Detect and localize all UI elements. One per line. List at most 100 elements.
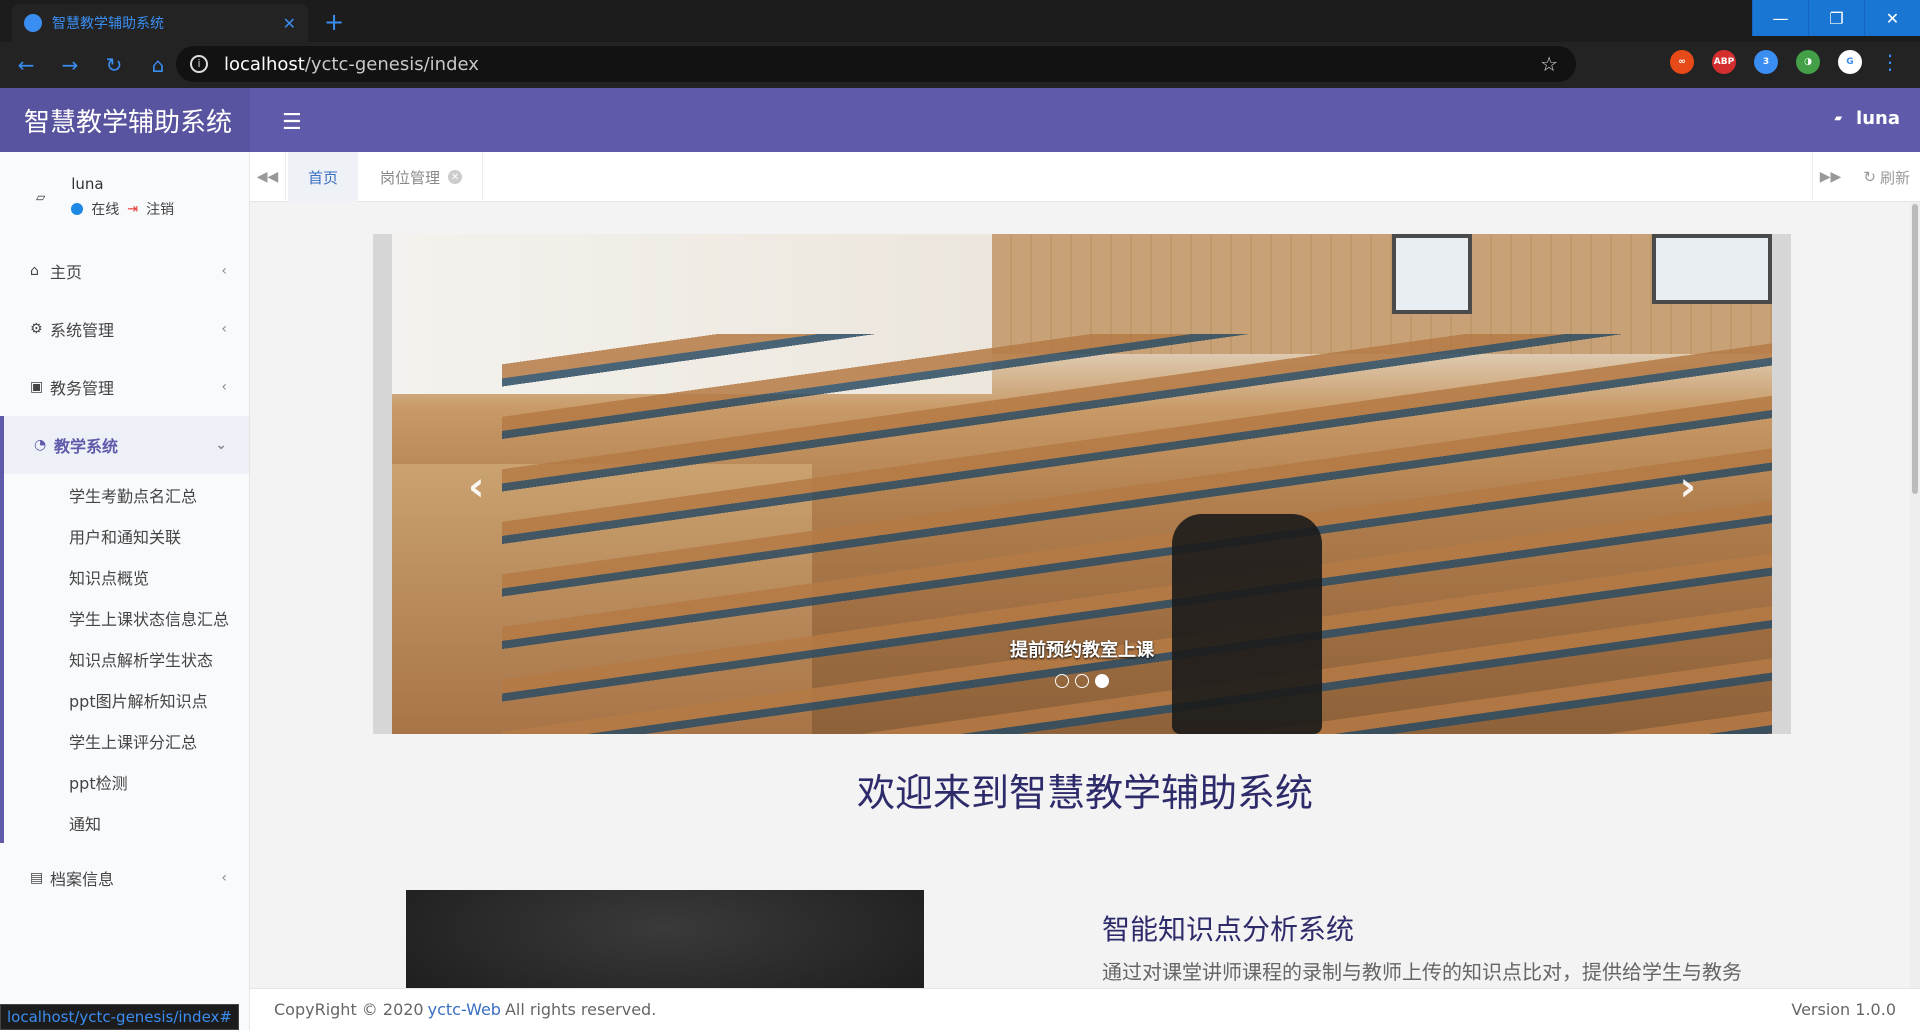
sidebar-item-label: 系统管理	[50, 321, 115, 340]
archive-icon: ▤	[30, 870, 44, 886]
infinity-ext-icon[interactable]: ∞	[1670, 50, 1694, 74]
tab-title: 智慧教学辅助系统	[52, 16, 164, 32]
carousel-indicator[interactable]	[1095, 674, 1109, 688]
gear-icon: ⚙	[30, 321, 43, 337]
footer: CopyRight © 2020 yctc-Web All rights res…	[250, 988, 1920, 1030]
sidebar-item-label: 主页	[50, 263, 83, 282]
refresh-label: 刷新	[1879, 168, 1910, 187]
user-avatar-icon: ▰	[1834, 113, 1843, 124]
chevron-left-icon: ‹	[221, 321, 227, 337]
sidebar-item-label: 教务管理	[50, 379, 115, 398]
sidebar-item-label: 档案信息	[50, 870, 115, 889]
tabs-scroll-right-icon[interactable]: ▶▶	[1812, 152, 1848, 202]
submenu-item[interactable]: ppt图片解析知识点	[4, 679, 249, 720]
submenu-item[interactable]: 通知	[4, 802, 249, 843]
carousel-caption: 提前预约教室上课	[1010, 640, 1154, 661]
submenu-item[interactable]: 学生上课评分汇总	[4, 720, 249, 761]
chevron-down-icon: ⌄	[215, 437, 227, 453]
welcome-heading: 欢迎来到智慧教学辅助系统	[856, 771, 1313, 815]
globe-icon	[24, 14, 42, 32]
new-tab-button[interactable]: +	[324, 8, 344, 36]
minimize-button[interactable]: —	[1752, 0, 1808, 36]
refresh-icon: ↻	[1863, 168, 1876, 186]
carousel-prev-icon[interactable]: ‹	[468, 464, 484, 510]
url-host: localhost	[224, 53, 305, 75]
submenu-item[interactable]: 知识点概览	[4, 556, 249, 597]
sidebar-profile: ▱ luna 在线 ⇥ 注销	[0, 152, 249, 242]
user-top-name: luna	[1856, 108, 1900, 129]
top-navbar: 智慧教学辅助系统 ☰ ▰ luna	[0, 88, 1920, 152]
chevron-left-icon: ‹	[221, 870, 227, 886]
menu-toggle-icon[interactable]: ☰	[282, 110, 302, 135]
browser-tab[interactable]: 智慧教学辅助系统 ✕	[12, 4, 308, 42]
tab-job-management[interactable]: 岗位管理 ✕	[360, 152, 484, 202]
color-ext-icon[interactable]: ◑	[1796, 50, 1820, 74]
sidebar-item-archive[interactable]: ▤ 档案信息 ‹	[0, 849, 249, 907]
window-controls: — ❐ ✕	[1752, 0, 1920, 36]
sidebar-item-label: 教学系统	[54, 437, 119, 456]
sidebar: ▱ luna 在线 ⇥ 注销 ⌂ 主页 ‹ ⚙ 系统管理 ‹ ▣ 教务管理 ‹ …	[0, 152, 250, 1030]
rights-text: All rights reserved.	[504, 1000, 657, 1019]
user-menu[interactable]: ▰ luna	[1834, 108, 1900, 129]
carousel-indicator[interactable]	[1075, 674, 1089, 688]
teaching-submenu: 学生考勤点名汇总 用户和通知关联 知识点概览 学生上课状态信息汇总 知识点解析学生状态 p…	[0, 474, 249, 843]
extension-badge-icon[interactable]: 3	[1754, 50, 1778, 74]
submenu-item[interactable]: 知识点解析学生状态	[4, 638, 249, 679]
app-root: 智慧教学辅助系统 ☰ ▰ luna ▱ luna 在线 ⇥ 注销 ⌂ 主页 ‹	[0, 88, 1920, 1030]
online-status: 在线	[91, 202, 120, 218]
address-bar: ← → ↻ ⌂ i localhost /yctc-genesis/index …	[0, 42, 1920, 88]
carousel-next-icon[interactable]: ›	[1680, 464, 1696, 510]
back-arrow-icon[interactable]: ←	[16, 53, 36, 77]
online-dot-icon	[71, 203, 84, 215]
main-content: ◀◀ 首页 岗位管理 ✕ ▶▶ ↻ 刷新 ‹ › 提前预约教室上课 欢迎来到智慧…	[250, 152, 1920, 1030]
chevron-left-icon: ‹	[221, 379, 227, 395]
copyright-text: CopyRight © 2020	[274, 1000, 424, 1019]
rss-icon: ◔	[34, 437, 47, 453]
close-window-button[interactable]: ✕	[1864, 0, 1920, 36]
bookmark-star-icon[interactable]: ☆	[1540, 52, 1558, 76]
url-path: /yctc-genesis/index	[304, 53, 479, 75]
submenu-item[interactable]: 学生上课状态信息汇总	[4, 597, 249, 638]
sidebar-username: luna	[71, 175, 104, 193]
adblock-icon[interactable]: ABP	[1712, 50, 1736, 74]
sidebar-item-teaching[interactable]: ◔ 教学系统 ⌄	[0, 416, 249, 474]
footer-link[interactable]: yctc-Web	[428, 1000, 501, 1019]
avatar: ▱	[36, 190, 46, 204]
reload-icon[interactable]: ↻	[104, 53, 124, 77]
carousel-indicators	[373, 674, 1791, 688]
info-icon[interactable]: i	[190, 55, 208, 73]
extensions-area: ∞ ABP 3 ◑ G ⋮	[1670, 50, 1900, 74]
maximize-button[interactable]: ❐	[1808, 0, 1864, 36]
home-icon[interactable]: ⌂	[148, 53, 168, 77]
page-scrollbar[interactable]	[1910, 202, 1920, 988]
chevron-left-icon: ‹	[221, 263, 227, 279]
tab-label: 岗位管理	[380, 168, 441, 187]
translate-icon[interactable]: G	[1838, 50, 1862, 74]
sidebar-item-academic[interactable]: ▣ 教务管理 ‹	[0, 358, 249, 416]
carousel: ‹ › 提前预约教室上课	[373, 234, 1791, 734]
submenu-item[interactable]: 用户和通知关联	[4, 515, 249, 556]
browser-status-url: localhost/yctc-genesis/index#	[0, 1004, 239, 1030]
logout-icon[interactable]: ⇥	[127, 202, 138, 217]
carousel-indicator[interactable]	[1055, 674, 1069, 688]
browser-tabstrip: 智慧教学辅助系统 ✕ + — ❐ ✕	[0, 0, 1920, 42]
app-title[interactable]: 智慧教学辅助系统	[0, 88, 250, 152]
id-card-icon: ▣	[30, 379, 44, 395]
logout-link[interactable]: 注销	[146, 199, 174, 219]
tab-label: 首页	[308, 168, 339, 187]
refresh-button[interactable]: ↻ 刷新	[1863, 152, 1910, 202]
submenu-item[interactable]: 学生考勤点名汇总	[4, 474, 249, 515]
url-field[interactable]: i localhost /yctc-genesis/index ☆	[176, 46, 1576, 82]
tabs-scroll-left-icon[interactable]: ◀◀	[250, 152, 286, 202]
tab-close-icon[interactable]: ✕	[283, 14, 296, 33]
version-text: Version 1.0.0	[1791, 1000, 1896, 1019]
browser-menu-icon[interactable]: ⋮	[1880, 50, 1900, 74]
submenu-item[interactable]: ppt检测	[4, 761, 249, 802]
tab-home[interactable]: 首页	[288, 152, 359, 202]
page-tabs-bar: ◀◀ 首页 岗位管理 ✕ ▶▶ ↻ 刷新	[250, 152, 1920, 202]
sidebar-item-system[interactable]: ⚙ 系统管理 ‹	[0, 300, 249, 358]
feature-title: 智能知识点分析系统	[1102, 913, 1355, 946]
forward-arrow-icon[interactable]: →	[60, 53, 80, 77]
sidebar-item-home[interactable]: ⌂ 主页 ‹	[0, 242, 249, 300]
close-tab-icon[interactable]: ✕	[448, 170, 463, 184]
